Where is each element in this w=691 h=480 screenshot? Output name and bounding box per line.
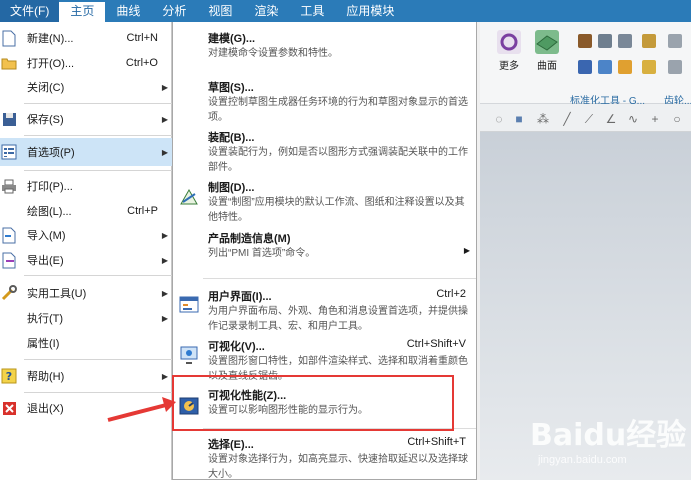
svg-text:?: ?	[6, 370, 12, 383]
surface-icon	[535, 30, 559, 54]
tab-view[interactable]: 视图	[197, 0, 243, 22]
submenu-arrow-icon: ▶	[161, 255, 168, 265]
exit-icon	[1, 399, 17, 417]
surface-label: 曲面	[537, 61, 557, 72]
menu-divider	[24, 135, 172, 136]
surface-button[interactable]: 曲面	[535, 30, 559, 72]
submenu-arrow-icon: ▶	[161, 313, 168, 323]
watermark-url: jingyan.baidu.com	[538, 454, 627, 466]
baidu-watermark: Baidu经验 jingyan.baidu.com	[530, 410, 690, 480]
more-label: 更多	[499, 61, 519, 72]
tab-home[interactable]: 主页	[59, 0, 106, 22]
drafting-icon	[178, 185, 200, 207]
menu-divider	[24, 392, 172, 393]
filter-icon[interactable]: ◌	[492, 112, 506, 126]
tool-icon-5[interactable]	[668, 34, 682, 48]
menu-item-import[interactable]: 导入(M) ▶	[0, 222, 172, 248]
menu-item-help[interactable]: ? 帮助(H) ▶	[0, 363, 172, 389]
submenu-item-user-interface[interactable]: 用户界面(I)... Ctrl+2 为用户界面布局、外观、角色和消息设置首选项，…	[173, 288, 476, 334]
menu-item-export[interactable]: 导出(E) ▶	[0, 247, 172, 273]
save-icon	[1, 110, 17, 128]
tool-icon-6[interactable]	[578, 60, 592, 74]
menu-item-execute[interactable]: 执行(T) ▶	[0, 305, 172, 331]
submenu-arrow-icon: ▶	[161, 288, 168, 298]
utilities-icon	[1, 284, 17, 302]
wave-icon[interactable]: ∿	[626, 112, 640, 126]
menu-item-open[interactable]: 打开(O)... Ctrl+O	[0, 50, 172, 76]
submenu-item-pmi[interactable]: 产品制造信息(M) ▶ 列出“PMI 首选项”命令。	[173, 230, 476, 266]
tab-applications[interactable]: 应用模块	[335, 0, 405, 22]
tab-tools[interactable]: 工具	[289, 0, 335, 22]
tool-icon-9[interactable]	[642, 60, 656, 74]
tool-icon-4[interactable]	[642, 34, 656, 48]
import-icon	[1, 226, 17, 244]
menu-item-utilities[interactable]: 实用工具(U) ▶	[0, 280, 172, 306]
submenu-item-drafting[interactable]: 制图(D)... 设置“制图”应用模块的默认工作流、图纸和注释设置以及其他特性。	[173, 179, 476, 225]
preferences-icon	[1, 143, 17, 161]
crosshair-icon[interactable]: +	[648, 112, 662, 126]
print-icon	[1, 177, 17, 195]
menu-divider	[24, 359, 172, 360]
tab-file[interactable]: 文件(F)	[0, 0, 60, 22]
menu-divider	[24, 275, 172, 276]
menu-item-preferences[interactable]: 首选项(P) ▶	[0, 138, 172, 166]
menu-divider	[24, 170, 172, 171]
help-icon: ?	[1, 367, 17, 385]
submenu-divider	[203, 278, 476, 279]
submenu-arrow-icon: ▶	[161, 147, 168, 157]
menu-item-print[interactable]: 打印(P)...	[0, 173, 172, 199]
export-icon	[1, 251, 17, 269]
menu-divider	[24, 103, 172, 104]
submenu-item-sketch[interactable]: 草图(S)... 设置控制草图生成器任务环境的行为和草图对象显示的首选项。	[173, 79, 476, 125]
menu-item-plot[interactable]: 绘图(L)... Ctrl+P	[0, 198, 172, 224]
cube-icon[interactable]: ■	[512, 112, 526, 126]
ribbon-tab-bar: 文件(F) 主页 曲线 分析 视图 渲染 工具 应用模块	[0, 0, 691, 22]
submenu-arrow-icon: ▶	[161, 230, 168, 240]
tab-render[interactable]: 渲染	[243, 0, 289, 22]
tool-icon-7[interactable]	[598, 60, 612, 74]
menu-item-save[interactable]: 保存(S) ▶	[0, 106, 172, 132]
more-icon	[497, 30, 521, 54]
circle-icon[interactable]: ○	[670, 112, 684, 126]
tab-analysis[interactable]: 分析	[151, 0, 197, 22]
submenu-arrow-icon: ▶	[161, 371, 168, 381]
file-menu: 新建(N)... Ctrl+N 打开(O)... Ctrl+O 关闭(C) ▶ …	[0, 22, 172, 480]
menu-item-properties[interactable]: 属性(I)	[0, 330, 172, 356]
tool-icon-1[interactable]	[578, 34, 592, 48]
line-icon[interactable]: ╱	[560, 112, 574, 126]
new-file-icon	[1, 29, 17, 47]
tool-icon-10[interactable]	[668, 60, 682, 74]
menu-item-close[interactable]: 关闭(C) ▶	[0, 74, 172, 100]
tool-icon-3[interactable]	[618, 34, 632, 48]
submenu-arrow-icon: ▶	[161, 114, 168, 124]
snap-points-icon[interactable]: ⁂	[536, 112, 550, 126]
tool-icon-8[interactable]	[618, 60, 632, 74]
submenu-arrow-icon: ▶	[161, 82, 168, 92]
tool-icon-2[interactable]	[598, 34, 612, 48]
curve-icon[interactable]: ⟋	[582, 112, 596, 126]
submenu-item-selection[interactable]: 选择(E)... Ctrl+Shift+T 设置对象选择行为，如高亮显示、快速拾…	[173, 436, 476, 480]
watermark-logo: Baidu经验	[530, 418, 687, 453]
submenu-item-assembly[interactable]: 装配(B)... 设置装配行为，例如是否以图形方式强调装配关联中的工作部件。	[173, 129, 476, 175]
open-folder-icon	[1, 54, 17, 72]
highlight-annotation	[172, 375, 454, 431]
more-button[interactable]: 更多	[497, 30, 521, 72]
menu-item-exit[interactable]: 退出(X)	[0, 395, 172, 421]
visualization-icon	[178, 344, 200, 366]
submenu-item-modeling[interactable]: 建模(G)... 对建模命令设置参数和特性。	[173, 30, 476, 68]
user-interface-icon	[178, 294, 200, 316]
angle-icon[interactable]: ∠	[604, 112, 618, 126]
menu-item-new[interactable]: 新建(N)... Ctrl+N	[0, 25, 172, 51]
tab-curve[interactable]: 曲线	[105, 0, 151, 22]
